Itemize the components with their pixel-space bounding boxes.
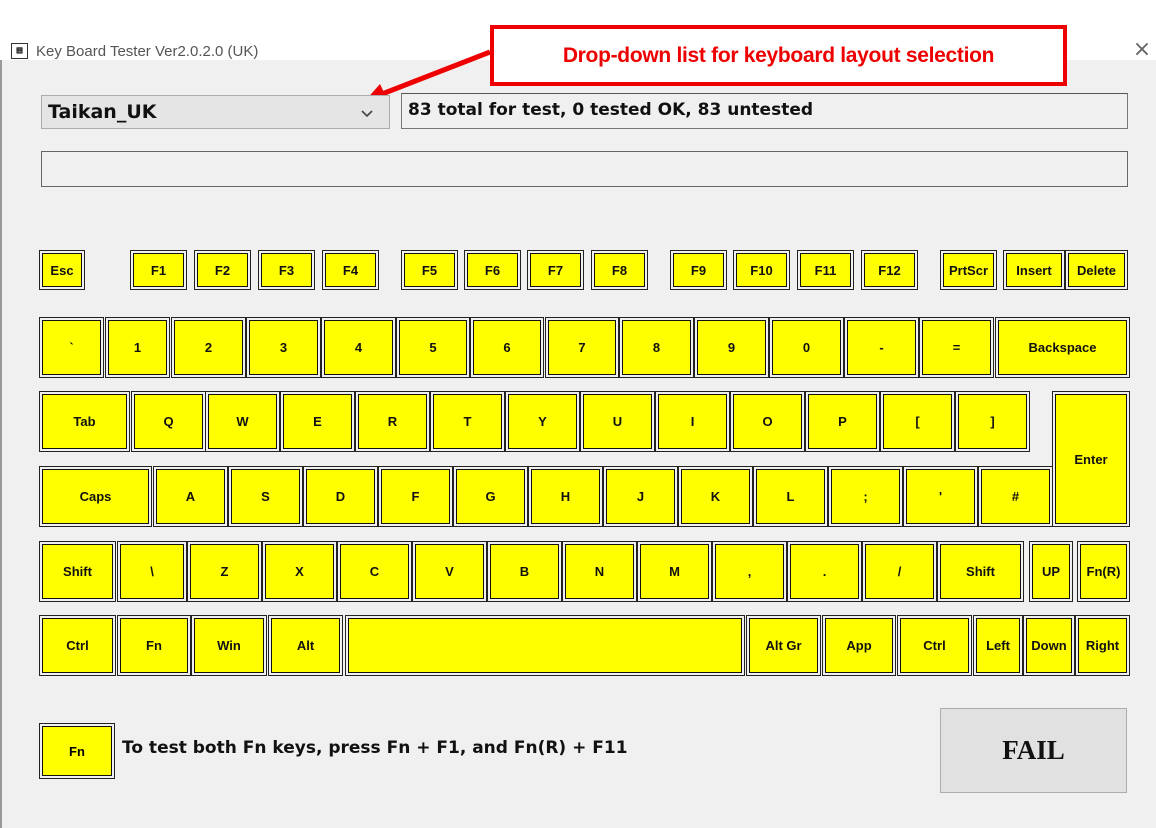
key-f7[interactable]: F7: [528, 251, 583, 289]
key-sym-11[interactable]: -: [845, 318, 918, 377]
key-space[interactable]: [346, 616, 744, 675]
key-c[interactable]: C: [338, 542, 411, 601]
key-f1[interactable]: F1: [131, 251, 186, 289]
key-9[interactable]: 9: [695, 318, 768, 377]
app-window: ▦ Key Board Tester Ver2.0.2.0 (UK) × Dro…: [0, 0, 1156, 828]
key-6[interactable]: 6: [471, 318, 543, 377]
key-win[interactable]: Win: [192, 616, 266, 675]
key-p[interactable]: P: [806, 392, 879, 451]
key-y[interactable]: Y: [506, 392, 579, 451]
key-sym-12[interactable]: #: [979, 467, 1052, 526]
key-0[interactable]: 0: [770, 318, 843, 377]
keyboard-grid-icon: ▦: [11, 43, 28, 59]
key-caps[interactable]: Caps: [40, 467, 151, 526]
key-7[interactable]: 7: [546, 318, 618, 377]
key-q[interactable]: Q: [132, 392, 205, 451]
key-n[interactable]: N: [563, 542, 636, 601]
key-fn-r[interactable]: Fn(R): [1078, 542, 1129, 601]
fn-test-hint: To test both Fn keys, press Fn + F1, and…: [122, 738, 628, 758]
key-backspace[interactable]: Backspace: [996, 318, 1129, 377]
layout-dropdown[interactable]: Taikan_UK: [41, 95, 390, 129]
key-z[interactable]: Z: [188, 542, 261, 601]
key-k[interactable]: K: [679, 467, 752, 526]
key-tab[interactable]: Tab: [40, 392, 129, 451]
key-m[interactable]: M: [638, 542, 711, 601]
key-enter[interactable]: Enter: [1053, 392, 1129, 526]
key-sym-9[interactable]: ,: [713, 542, 786, 601]
key-1[interactable]: 1: [106, 318, 169, 377]
key-f3[interactable]: F3: [259, 251, 314, 289]
key-f10[interactable]: F10: [734, 251, 789, 289]
key-g[interactable]: G: [454, 467, 527, 526]
key-ctrl[interactable]: Ctrl: [898, 616, 971, 675]
key-h[interactable]: H: [529, 467, 602, 526]
key-f11[interactable]: F11: [798, 251, 853, 289]
key-insert[interactable]: Insert: [1004, 251, 1064, 289]
key-f6[interactable]: F6: [465, 251, 520, 289]
window-title: Key Board Tester Ver2.0.2.0 (UK): [36, 43, 259, 60]
key-shift[interactable]: Shift: [40, 542, 115, 601]
status-field: 83 total for test, 0 tested OK, 83 untes…: [401, 93, 1128, 129]
key-esc[interactable]: Esc: [40, 251, 84, 289]
key-f4[interactable]: F4: [323, 251, 378, 289]
key-e[interactable]: E: [281, 392, 354, 451]
key-sym-1[interactable]: \: [118, 542, 186, 601]
status-text: 83 total for test, 0 tested OK, 83 untes…: [408, 100, 814, 120]
fn-legend-key: Fn: [40, 724, 114, 778]
key-3[interactable]: 3: [247, 318, 320, 377]
key-f5[interactable]: F5: [402, 251, 457, 289]
key-s[interactable]: S: [229, 467, 302, 526]
key-i[interactable]: I: [656, 392, 729, 451]
key-l[interactable]: L: [754, 467, 827, 526]
key-t[interactable]: T: [431, 392, 504, 451]
window-left-border: [0, 60, 2, 828]
key-4[interactable]: 4: [322, 318, 395, 377]
key-down[interactable]: Down: [1024, 616, 1074, 675]
key-2[interactable]: 2: [172, 318, 245, 377]
key-sym-10[interactable]: ;: [829, 467, 902, 526]
key-right[interactable]: Right: [1076, 616, 1129, 675]
key-sym-0[interactable]: `: [40, 318, 103, 377]
key-alt[interactable]: Alt: [269, 616, 342, 675]
key-sym-11[interactable]: [: [881, 392, 954, 451]
layout-dropdown-value: Taikan_UK: [48, 101, 157, 123]
key-o[interactable]: O: [731, 392, 804, 451]
close-button[interactable]: ×: [1128, 36, 1156, 66]
key-v[interactable]: V: [413, 542, 486, 601]
key-f[interactable]: F: [379, 467, 452, 526]
key-shift[interactable]: Shift: [938, 542, 1023, 601]
key-f8[interactable]: F8: [592, 251, 647, 289]
key-fn[interactable]: Fn: [118, 616, 190, 675]
chevron-down-icon: [361, 110, 373, 118]
key-sym-10[interactable]: .: [788, 542, 861, 601]
key-sym-11[interactable]: ': [904, 467, 977, 526]
key-r[interactable]: R: [356, 392, 429, 451]
annotation-callout: Drop-down list for keyboard layout selec…: [490, 25, 1067, 86]
key-x[interactable]: X: [263, 542, 336, 601]
key-app[interactable]: App: [823, 616, 895, 675]
key-up[interactable]: UP: [1030, 542, 1072, 601]
key-f9[interactable]: F9: [671, 251, 726, 289]
key-delete[interactable]: Delete: [1066, 251, 1127, 289]
key-sym-11[interactable]: /: [863, 542, 936, 601]
key-5[interactable]: 5: [397, 318, 469, 377]
key-sym-12[interactable]: ]: [956, 392, 1029, 451]
key-f2[interactable]: F2: [195, 251, 250, 289]
key-a[interactable]: A: [154, 467, 227, 526]
key-ctrl[interactable]: Ctrl: [40, 616, 115, 675]
key-w[interactable]: W: [206, 392, 279, 451]
key-sym-12[interactable]: =: [920, 318, 993, 377]
key-input-field[interactable]: [41, 151, 1128, 187]
key-prtscr[interactable]: PrtScr: [941, 251, 996, 289]
key-left[interactable]: Left: [974, 616, 1022, 675]
key-u[interactable]: U: [581, 392, 654, 451]
key-alt-gr[interactable]: Alt Gr: [747, 616, 820, 675]
key-d[interactable]: D: [304, 467, 377, 526]
top-strip: [0, 0, 1156, 16]
key-j[interactable]: J: [604, 467, 677, 526]
key-8[interactable]: 8: [620, 318, 693, 377]
key-b[interactable]: B: [488, 542, 561, 601]
result-button[interactable]: FAIL: [940, 708, 1127, 793]
key-f12[interactable]: F12: [862, 251, 917, 289]
